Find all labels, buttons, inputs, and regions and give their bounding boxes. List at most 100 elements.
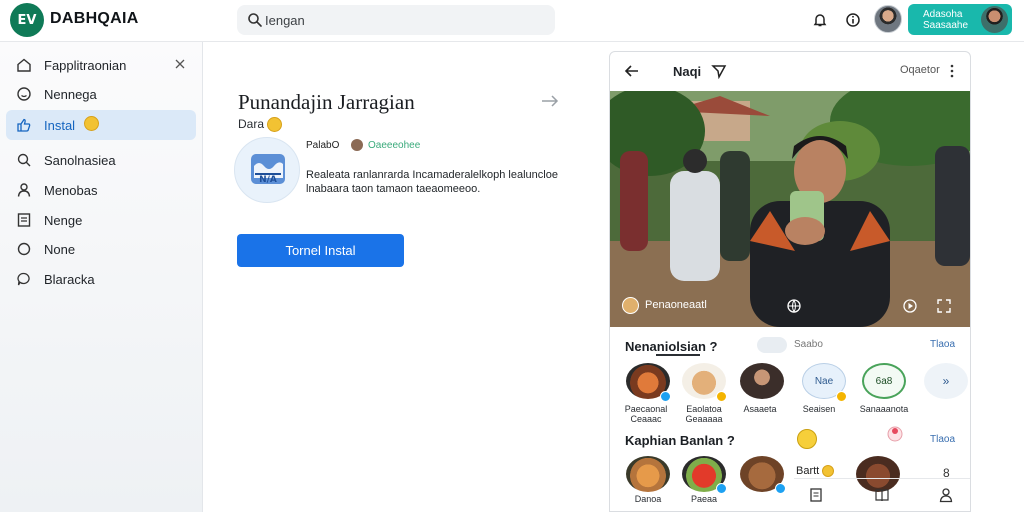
phone-header: Naqi Oqaetor (610, 52, 970, 91)
page-subtitle: Dara (238, 117, 283, 133)
sidebar-item-label: Nenge (44, 213, 83, 228)
phone-preview: Naqi Oqaetor Penaoneaatl Nenaniolsian ? … (609, 51, 971, 512)
sidebar-item-label: Blaracka (44, 272, 95, 287)
app-description: Realeata ranlanrarda Incamaderalelkoph l… (306, 169, 558, 195)
section-1-item-label: Asaaeta (743, 404, 777, 414)
search-input[interactable] (265, 5, 545, 35)
book-icon[interactable] (874, 487, 890, 503)
section-2-item-label: Danoa (634, 494, 662, 504)
sidebar-item-1[interactable]: Nennega (6, 79, 196, 109)
phone-header-right[interactable]: Oqaetor (900, 64, 940, 76)
bell-icon[interactable] (809, 9, 831, 31)
sidebar-item-label: Sanolnasiea (44, 153, 116, 168)
section-2-more[interactable]: Tlaoa (930, 434, 955, 445)
app-name: DABHQAIA (50, 10, 139, 27)
section-1-next[interactable]: » (924, 363, 968, 399)
pill-avatar (981, 6, 1008, 33)
app-logo[interactable]: EV (10, 3, 44, 37)
document-icon (17, 213, 31, 227)
sidebar-item-label: Menobas (44, 183, 98, 198)
sidebar-item-2[interactable]: Instal (6, 110, 196, 140)
top-bar: EV DABHQAIA Adasoha Saasaahe (0, 0, 1024, 42)
chevron-right-icon: » (942, 374, 950, 388)
section-2-side-text: Bartt (796, 465, 835, 478)
section-1-item-label: Eaolatoa Geaaaaa (685, 404, 723, 424)
item-glyph: Nae (814, 375, 834, 387)
star-badge (836, 391, 847, 402)
coin-icon[interactable] (797, 429, 817, 449)
section-1-item-4[interactable]: 6a8 (862, 363, 906, 399)
heart-icon[interactable] (886, 424, 906, 444)
star-badge (716, 391, 727, 402)
photo-illustration (610, 91, 970, 327)
pill-line-1: Adasoha (923, 9, 963, 20)
coin-icon (267, 117, 283, 133)
sidebar-item-label: Instal (44, 118, 76, 133)
sidebar-item-7[interactable]: Blaracka (6, 264, 196, 294)
section-2-title: Kaphian Banlan ? (625, 433, 735, 448)
item-glyph: 6a8 (875, 375, 893, 387)
app-meta-name: PalabO (306, 140, 340, 151)
chat-icon (17, 272, 30, 286)
sidebar-item-0[interactable]: Fapplitraonian (6, 50, 196, 80)
verified-badge (716, 483, 727, 494)
hero-photo[interactable]: Penaoneaatl (610, 91, 970, 327)
install-button[interactable]: Tornel Instal (237, 234, 404, 267)
developer-avatar (351, 139, 363, 151)
sidebar-item-3[interactable]: Sanolnasiea (6, 145, 196, 175)
subtitle-text: Dara (238, 117, 265, 131)
photo-caption: Penaoneaatl (645, 299, 707, 311)
coin-icon (822, 465, 835, 478)
thumbs-up-icon (17, 118, 31, 132)
search-icon (17, 153, 31, 167)
arrow-right-icon[interactable] (540, 94, 560, 108)
section-2-item-0[interactable] (626, 456, 670, 492)
play-icon[interactable] (902, 298, 918, 314)
side-text: Bartt (796, 465, 820, 477)
bottom-nav (794, 478, 970, 511)
svg-text:N/A: N/A (259, 175, 277, 185)
account-pill[interactable]: Adasoha Saasaahe (908, 4, 1012, 35)
smile-icon (17, 87, 31, 101)
section-1-item-label: Seaisen (802, 404, 836, 414)
user-avatar[interactable] (874, 5, 902, 33)
sidebar-item-label: None (44, 242, 76, 257)
section-1-link[interactable]: Saabo (794, 339, 823, 350)
verified-badge (775, 483, 786, 494)
section-1-more[interactable]: Tlaoa (930, 339, 955, 350)
sidebar-item-4[interactable]: Menobas (6, 175, 196, 205)
main-panel: Punandajin Jarragian Dara N/A PalabO Oae… (204, 42, 604, 512)
section-1-title: Nenaniolsian ? (625, 339, 718, 354)
page-title: Punandajin Jarragian (238, 90, 415, 114)
info-icon[interactable] (842, 9, 864, 31)
profile-icon[interactable] (938, 487, 954, 503)
section-1-item-label: Sanaaanota (859, 404, 909, 414)
search-box[interactable] (237, 5, 555, 35)
back-arrow-icon[interactable] (624, 63, 640, 79)
search-icon (248, 13, 262, 27)
poster-avatar[interactable] (622, 297, 639, 314)
app-meta-tag[interactable]: Oaeeeohee (368, 140, 420, 151)
fullscreen-icon[interactable] (936, 298, 952, 314)
coin-icon (84, 116, 99, 131)
section-1-underline (656, 354, 700, 356)
section-2-item-label: Paeaa (690, 494, 718, 504)
circle-icon (17, 242, 31, 256)
sidebar-item-label: Nennega (44, 87, 97, 102)
person-icon (17, 183, 31, 197)
verified-badge (660, 391, 671, 402)
sidebar-item-5[interactable]: Nenge (6, 205, 196, 235)
phone-title: Naqi (673, 64, 702, 79)
app-icon: N/A (234, 137, 300, 203)
close-icon[interactable] (172, 56, 188, 72)
sidebar-item-6[interactable]: None (6, 234, 196, 264)
globe-icon[interactable] (786, 298, 802, 314)
bookmark-icon[interactable] (808, 487, 824, 503)
sidebar-item-label: Fapplitraonian (44, 58, 127, 73)
send-icon[interactable] (711, 63, 727, 79)
filter-chip[interactable] (757, 337, 787, 353)
kebab-menu-icon[interactable] (947, 63, 957, 79)
pill-line-2: Saasaahe (923, 20, 969, 31)
home-icon (17, 58, 31, 72)
section-1-item-2[interactable] (740, 363, 784, 399)
